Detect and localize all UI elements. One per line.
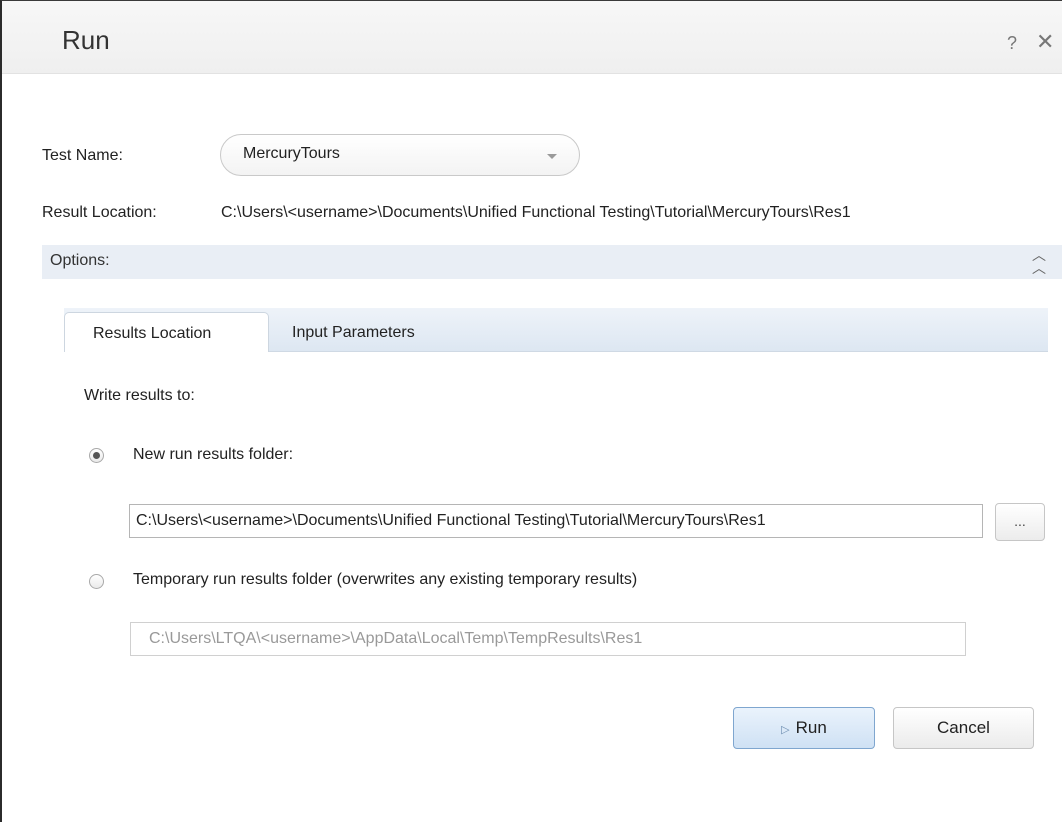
- options-section-header[interactable]: Options: ︿ ︿: [42, 245, 1062, 279]
- browse-button[interactable]: ...: [995, 503, 1045, 541]
- tab-results-location[interactable]: Results Location: [64, 312, 269, 352]
- close-icon[interactable]: ✕: [1036, 29, 1054, 55]
- test-name-label: Test Name:: [42, 147, 123, 164]
- tab-label: Results Location: [93, 325, 212, 342]
- run-dialog: Run ? ✕ Test Name: MercuryTours Result L…: [0, 0, 1062, 822]
- result-location-label: Result Location:: [42, 204, 157, 221]
- new-folder-radio[interactable]: [89, 448, 104, 463]
- temp-folder-radio[interactable]: [89, 574, 104, 589]
- dialog-title: Run: [62, 25, 110, 55]
- new-folder-path-input[interactable]: C:\Users\<username>\Documents\Unified Fu…: [129, 504, 983, 538]
- help-icon[interactable]: ?: [1007, 33, 1017, 54]
- chevron-down-icon: [547, 154, 557, 159]
- new-folder-label[interactable]: New run results folder:: [133, 446, 293, 464]
- tab-input-parameters[interactable]: Input Parameters: [292, 324, 415, 342]
- run-button[interactable]: ▷ Run: [733, 707, 875, 749]
- run-button-label: Run: [795, 718, 827, 737]
- double-chevron-up-icon[interactable]: ︿ ︿: [1032, 248, 1046, 275]
- options-label: Options:: [50, 252, 110, 269]
- cancel-button[interactable]: Cancel: [893, 707, 1034, 749]
- dialog-titlebar: Run ? ✕: [2, 1, 1062, 74]
- play-icon: ▷: [781, 724, 790, 736]
- test-name-value: MercuryTours: [243, 145, 340, 162]
- result-location-value: C:\Users\<username>\Documents\Unified Fu…: [221, 204, 851, 221]
- test-name-dropdown[interactable]: MercuryTours: [220, 134, 580, 176]
- write-results-label: Write results to:: [84, 387, 195, 404]
- temp-folder-label[interactable]: Temporary run results folder (overwrites…: [133, 571, 637, 589]
- temp-folder-path-input: C:\Users\LTQA\<username>\AppData\Local\T…: [130, 622, 966, 656]
- options-tabs: Results Location Input Parameters: [64, 308, 1048, 352]
- radio-selected-dot: [93, 452, 100, 459]
